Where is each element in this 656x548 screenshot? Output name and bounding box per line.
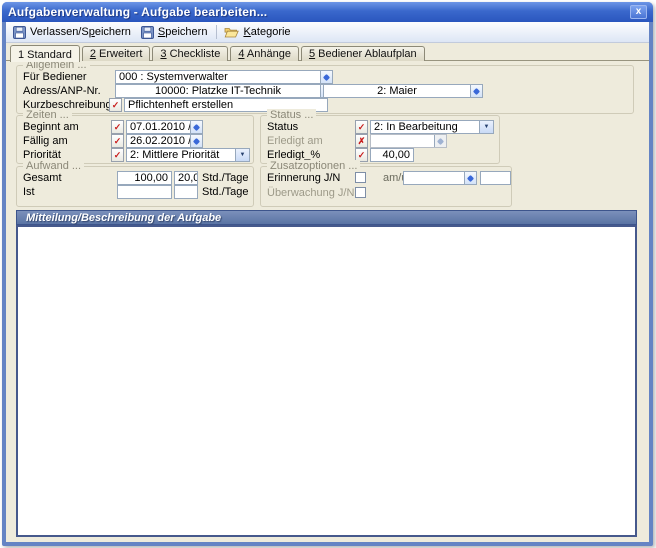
edit-check-button[interactable]: ✓ xyxy=(355,120,368,134)
group-aufwand: Aufwand ... Gesamt 100,00 20,0 Std./Tage… xyxy=(16,166,254,207)
group-status: Status ... Status ✓ 2: In Bearbeitung ▼ … xyxy=(260,115,500,164)
tab-page-standard: Allgemein ... Für Bediener 000 : Systemv… xyxy=(6,61,649,542)
fuer-bediener-combo[interactable]: 000 : Systemverwalter xyxy=(115,70,333,84)
chevron-down-icon[interactable]: ▼ xyxy=(235,149,249,161)
erinnerung-time-value xyxy=(481,172,510,184)
check-icon: ✓ xyxy=(358,122,366,133)
tab-standard[interactable]: 1 Standard xyxy=(10,45,80,62)
tab-anhaenge[interactable]: 4 Anhänge xyxy=(230,46,299,61)
check-icon: ✓ xyxy=(114,150,122,161)
lookup-icon xyxy=(434,135,446,147)
save-exit-label: Verlassen/Speichern xyxy=(30,26,131,38)
tab-bediener-ablaufplan[interactable]: 5 Bediener Ablaufplan xyxy=(301,46,425,61)
save-button[interactable]: Speichern xyxy=(137,25,214,40)
mitteilung-header: Mitteilung/Beschreibung der Aufgabe xyxy=(16,210,637,225)
beginnt-am-input[interactable]: 07.01.2010 /Do xyxy=(126,120,203,134)
ueberwachung-label: Überwachung J/N xyxy=(267,186,354,200)
ist-hours-input[interactable] xyxy=(117,185,172,199)
lookup-icon[interactable] xyxy=(320,71,332,83)
status-value: 2: In Bearbeitung xyxy=(371,121,493,133)
gesamt-unit-label: Std./Tage xyxy=(202,171,248,185)
x-icon: ✗ xyxy=(358,136,366,147)
prioritaet-combo[interactable]: 2: Mittlere Priorität ▼ xyxy=(126,148,250,162)
desktop: Aufgabenverwaltung - Aufgabe bearbeiten.… xyxy=(0,0,656,548)
lookup-icon[interactable] xyxy=(464,172,476,184)
clear-cross-button[interactable]: ✗ xyxy=(355,134,368,148)
ueberwachung-checkbox[interactable] xyxy=(355,187,366,198)
adress-value: 10000: Platzke IT-Technik xyxy=(116,85,332,97)
beginnt-am-label: Beginnt am xyxy=(23,120,79,134)
mitteilung-textarea[interactable] xyxy=(16,225,637,537)
faellig-am-label: Fällig am xyxy=(23,134,68,148)
edit-check-button[interactable]: ✓ xyxy=(111,120,124,134)
save-icon xyxy=(141,26,154,39)
faellig-am-input[interactable]: 26.02.2010 /Fr xyxy=(126,134,203,148)
ist-days-input[interactable] xyxy=(174,185,198,199)
tab-erweitert[interactable]: 2 Erweitert xyxy=(82,46,151,61)
gesamt-days-input[interactable]: 20,0 xyxy=(174,171,198,185)
lookup-icon[interactable] xyxy=(470,85,482,97)
ist-days-value xyxy=(175,186,197,198)
ist-unit-label: Std./Tage xyxy=(202,185,248,199)
save-label: Speichern xyxy=(158,26,208,38)
contact-value: 2: Maier xyxy=(324,85,482,97)
titlebar[interactable]: Aufgabenverwaltung - Aufgabe bearbeiten.… xyxy=(2,2,653,22)
window-body: Verlassen/Speichern Speichern Kategorie xyxy=(6,22,649,542)
folder-open-icon xyxy=(224,26,239,38)
gesamt-days-value: 20,0 xyxy=(175,172,197,184)
window-title: Aufgabenverwaltung - Aufgabe bearbeiten.… xyxy=(8,5,267,19)
group-zeiten: Zeiten ... Beginnt am ✓ 07.01.2010 /Do F… xyxy=(16,115,254,164)
check-icon: ✓ xyxy=(114,136,122,147)
erledigt-am-label: Erledigt am xyxy=(267,134,323,148)
adress-label: Adress/ANP-Nr. xyxy=(23,84,101,98)
erinnerung-checkbox[interactable] xyxy=(355,172,366,183)
lookup-icon[interactable] xyxy=(190,135,202,147)
save-icon xyxy=(13,26,26,39)
tab-bar: 1 Standard 2 Erweitert 3 Checkliste 4 An… xyxy=(6,43,649,61)
erinnerung-date-input[interactable] xyxy=(403,171,477,185)
fuer-bediener-label: Für Bediener xyxy=(23,70,87,84)
adress-combo[interactable]: 10000: Platzke IT-Technik xyxy=(115,84,333,98)
gesamt-label: Gesamt xyxy=(23,171,62,185)
gesamt-hours-input[interactable]: 100,00 xyxy=(117,171,172,185)
status-label: Status xyxy=(267,120,298,134)
group-allgemein: Allgemein ... Für Bediener 000 : Systemv… xyxy=(16,65,634,114)
tab-checkliste[interactable]: 3 Checkliste xyxy=(152,46,228,61)
edit-check-button[interactable]: ✓ xyxy=(109,98,122,112)
erledigt-am-input xyxy=(370,134,447,148)
erledigt-pct-input[interactable]: 40,00 xyxy=(370,148,414,162)
chevron-down-icon[interactable]: ▼ xyxy=(479,121,493,133)
erinnerung-time-input[interactable] xyxy=(480,171,511,185)
ist-label: Ist xyxy=(23,185,35,199)
contact-combo[interactable]: 2: Maier xyxy=(323,84,483,98)
erinnerung-label: Erinnerung J/N xyxy=(267,171,340,185)
prioritaet-value: 2: Mittlere Priorität xyxy=(127,149,249,161)
close-button[interactable]: x xyxy=(630,5,647,19)
gesamt-hours-value: 100,00 xyxy=(118,172,171,184)
fuer-bediener-value: 000 : Systemverwalter xyxy=(116,71,332,83)
toolbar: Verlassen/Speichern Speichern Kategorie xyxy=(6,22,649,43)
group-zusatzoptionen: Zusatzoptionen ... Erinnerung J/N am/um … xyxy=(260,166,512,207)
toolbar-separator xyxy=(216,25,217,39)
edit-check-button[interactable]: ✓ xyxy=(111,148,124,162)
category-label: Kategorie xyxy=(243,26,290,38)
save-exit-button[interactable]: Verlassen/Speichern xyxy=(9,25,137,40)
mitteilung-title: Mitteilung/Beschreibung der Aufgabe xyxy=(26,212,221,224)
ist-hours-value xyxy=(118,186,171,198)
check-icon: ✓ xyxy=(358,150,366,161)
check-icon: ✓ xyxy=(112,100,120,111)
lookup-icon[interactable] xyxy=(190,121,202,133)
edit-check-button[interactable]: ✓ xyxy=(111,134,124,148)
app-window: Aufgabenverwaltung - Aufgabe bearbeiten.… xyxy=(2,2,653,546)
category-button[interactable]: Kategorie xyxy=(220,25,296,39)
status-combo[interactable]: 2: In Bearbeitung ▼ xyxy=(370,120,494,134)
check-icon: ✓ xyxy=(114,122,122,133)
erledigt-pct-value: 40,00 xyxy=(371,149,413,161)
